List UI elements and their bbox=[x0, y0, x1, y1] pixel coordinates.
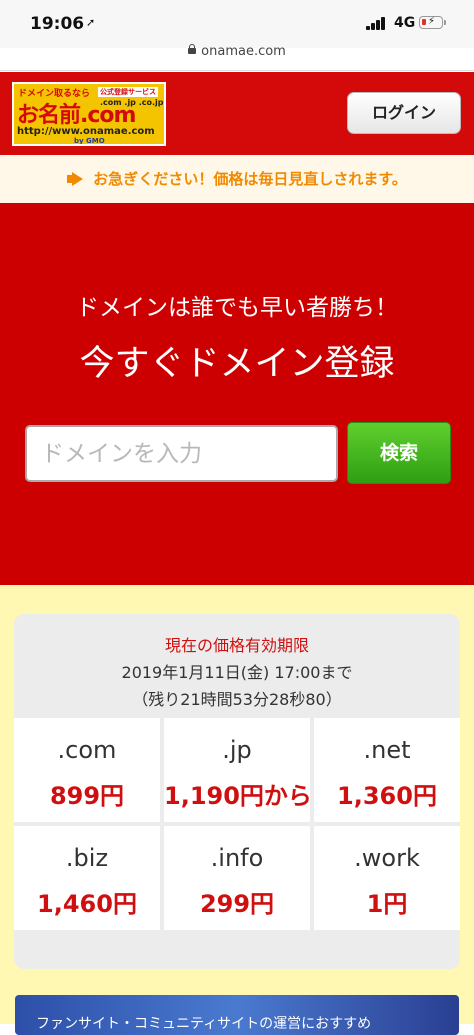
logo-name: お名前.com bbox=[17, 103, 136, 128]
location-arrow-icon: ➚ bbox=[86, 16, 96, 29]
megaphone-icon bbox=[67, 172, 85, 186]
tld-price: 1,190円から bbox=[164, 782, 312, 810]
price-cell-biz[interactable]: .biz 1,460円 bbox=[14, 826, 160, 930]
price-period-date: 2019年1月11日(金) 17:00まで bbox=[121, 663, 353, 682]
login-button[interactable]: ログイン bbox=[347, 92, 461, 134]
status-bar: 19:06 ➚ 4G ⚡ bbox=[0, 0, 474, 48]
url-text: onamae.com bbox=[201, 44, 286, 59]
battery-icon: ⚡ bbox=[419, 16, 443, 29]
tld-label: .com bbox=[57, 736, 117, 764]
hero-subtitle: ドメインは誰でも早い者勝ち！ bbox=[76, 295, 398, 321]
notice-text: お急ぎください！価格は毎日見直しされます。 bbox=[93, 170, 407, 188]
tld-price: 899円 bbox=[49, 782, 125, 810]
address-bar[interactable]: onamae.com bbox=[0, 44, 474, 59]
price-cell-com[interactable]: .com 899円 bbox=[14, 718, 160, 822]
hero-title: 今すぐドメイン登録 bbox=[79, 344, 395, 384]
logo-sub: 公式登録サービス bbox=[98, 87, 158, 97]
domain-search-input[interactable] bbox=[25, 425, 338, 482]
onamae-logo[interactable]: ドメイン取るなら 公式登録サービス .com .jp .co.jp お名前.co… bbox=[12, 82, 166, 146]
address-divider bbox=[0, 70, 474, 71]
tld-label: .jp bbox=[222, 736, 252, 764]
price-period-label: 現在の価格有効期限 bbox=[164, 636, 309, 655]
tld-price: 299円 bbox=[199, 890, 275, 918]
tld-price: 1,460円 bbox=[37, 890, 137, 918]
network-type: 4G bbox=[394, 15, 416, 31]
tld-label: .info bbox=[210, 844, 264, 872]
price-notice: お急ぎください！価格は毎日見直しされます。 bbox=[0, 155, 474, 203]
tld-price: 1円 bbox=[366, 890, 408, 918]
logo-url: http://www.onamae.com bbox=[17, 126, 155, 137]
lock-icon bbox=[188, 44, 197, 54]
hero-section bbox=[0, 203, 474, 585]
logo-gmo: by GMO bbox=[74, 137, 105, 145]
tld-price: 1,360円 bbox=[337, 782, 437, 810]
tld-label: .biz bbox=[65, 844, 109, 872]
status-time: 19:06 bbox=[30, 14, 85, 34]
signal-strength-icon bbox=[366, 17, 388, 30]
price-cell-net[interactable]: .net 1,360円 bbox=[314, 718, 460, 822]
price-period-remaining: （残り21時間53分28秒80） bbox=[132, 690, 342, 709]
price-cell-info[interactable]: .info 299円 bbox=[164, 826, 310, 930]
price-cell-jp[interactable]: .jp 1,190円から bbox=[164, 718, 312, 822]
price-cell-work[interactable]: .work 1円 bbox=[314, 826, 460, 930]
battery-cap bbox=[444, 20, 446, 25]
tld-label: .work bbox=[354, 844, 420, 872]
promo-banner-text: ファンサイト・コミュニティサイトの運営におすすめ bbox=[36, 1016, 372, 1032]
search-button[interactable]: 検索 bbox=[347, 422, 451, 484]
tld-label: .net bbox=[363, 736, 411, 764]
